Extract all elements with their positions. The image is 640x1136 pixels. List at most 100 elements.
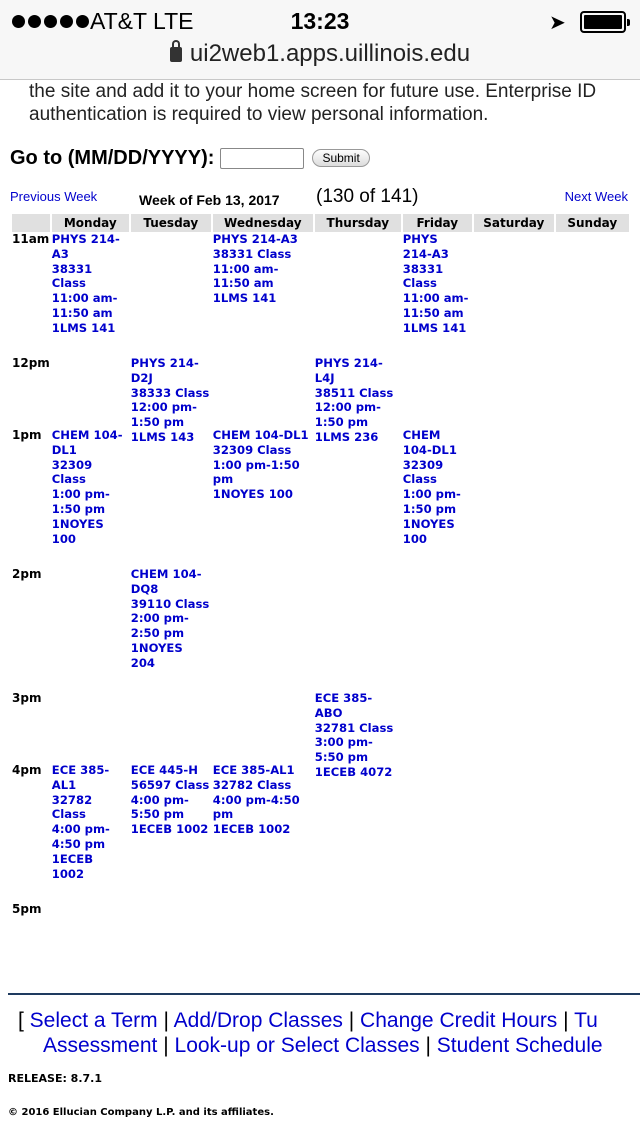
tuition-assessment-link[interactable]: Assessment <box>43 1034 157 1057</box>
class-cell[interactable]: CHEM 104- DQ8 39110 Class 2:00 pm- 2:50 pm 1N… <box>131 567 211 691</box>
empty-cell <box>213 356 313 428</box>
intro-text: the site and add it to your home screen … <box>29 80 640 126</box>
class-cell[interactable]: ECE 385- ABO 32781 Class 3:00 pm- 5:50 pm 1EC… <box>315 691 401 902</box>
empty-cell <box>213 691 313 763</box>
class-line: 11:50 am <box>212 276 274 291</box>
class-cell[interactable]: CHEM 104- DL1 32309 Class 1:00 pm- 1:50 pm 1NO… <box>52 428 129 567</box>
class-line: 2:00 pm- <box>130 611 189 626</box>
class-cell[interactable]: PHYS 214- A3 38331 Class 11:00 am- 11:50 am 1L… <box>52 232 129 356</box>
empty-cell <box>213 567 313 691</box>
empty-cell <box>52 356 129 428</box>
class-line: CHEM 104- <box>130 567 202 581</box>
week-count: (130 of 141) <box>316 186 419 207</box>
date-input[interactable] <box>220 147 305 169</box>
day-header-monday: Monday <box>51 214 129 232</box>
class-line: DQ8 <box>130 581 159 596</box>
intro-line-1: the site and add it to your home screen … <box>29 81 597 102</box>
class-cell[interactable]: PHYS 214-A3 38331 Class 11:00 am- 11:50 am 1… <box>213 232 313 356</box>
day-header-thursday: Thursday <box>314 214 401 232</box>
time-label: 2pm <box>12 567 42 581</box>
class-line: 11:00 am- <box>402 291 469 306</box>
battery-icon <box>580 11 630 33</box>
class-line: 32782 Class <box>212 777 292 792</box>
time-label: 5pm <box>12 902 42 916</box>
class-line: ECE 385- <box>51 763 110 777</box>
class-line: A3 <box>51 246 69 261</box>
empty-cell <box>556 902 629 922</box>
empty-cell <box>474 232 554 356</box>
class-line: 1ECEB 1002 <box>212 822 291 837</box>
empty-cell <box>52 567 129 691</box>
time-label: 12pm <box>12 356 50 370</box>
time-label: 11am <box>12 232 50 246</box>
student-schedule-link[interactable]: Student Schedule <box>437 1034 603 1057</box>
previous-week-link[interactable]: Previous Week <box>10 189 97 204</box>
class-line: DL1 <box>51 442 77 457</box>
class-line: 1:00 pm- <box>402 487 461 502</box>
class-line: 1:50 pm <box>51 501 106 516</box>
address-bar[interactable]: ui2web1.apps.uillinois.edu <box>0 40 640 68</box>
class-line: 32309 Class <box>212 442 292 457</box>
url-text: ui2web1.apps.uillinois.edu <box>189 40 471 67</box>
class-line: 1LMS 143 <box>130 429 195 444</box>
class-line: L4J <box>314 370 335 385</box>
class-line: 1NOYES <box>130 640 183 655</box>
class-cell[interactable]: CHEM 104-DL1 32309 Class 1:00 pm- 1:50 pm 1NOY… <box>403 428 472 567</box>
class-cell[interactable]: ECE 445-H 56597 Class 4:00 pm- 5:50 pm 1ECEB… <box>131 763 211 902</box>
submit-button[interactable]: Submit <box>312 149 370 167</box>
empty-cell <box>52 691 129 763</box>
empty-cell <box>474 356 554 428</box>
class-cell[interactable]: PHYS 214- L4J 38511 Class 12:00 pm- 1:50 pm 1… <box>315 356 401 567</box>
class-line: 4:00 pm- <box>130 792 189 807</box>
tuition-link-part[interactable]: Tu <box>574 1009 598 1032</box>
empty-cell <box>556 428 629 567</box>
day-header-wednesday: Wednesday <box>212 214 313 232</box>
time-label: 1pm <box>12 428 42 442</box>
add-drop-link[interactable]: Add/Drop Classes <box>174 1009 343 1032</box>
location-arrow-icon: ➤ <box>549 12 566 34</box>
day-header-friday: Friday <box>402 214 472 232</box>
class-line: Class <box>402 472 437 487</box>
class-line: 39110 Class <box>130 596 210 611</box>
day-header-sunday: Sunday <box>555 214 629 232</box>
empty-cell <box>474 567 554 691</box>
schedule-table: Monday Tuesday Wednesday Thursday Friday… <box>10 214 631 922</box>
empty-cell <box>315 567 401 691</box>
class-line: 1:50 pm <box>314 415 369 430</box>
class-cell[interactable]: CHEM 104-DL1 32309 Class 1:00 pm-1:50 pm 1NO… <box>213 428 313 567</box>
empty-cell <box>556 567 629 691</box>
class-line: 100 <box>402 531 427 546</box>
select-term-link[interactable]: Select a Term <box>30 1009 158 1032</box>
class-cell[interactable]: PHYS 214-A3 38331 Class 11:00 am- 11:50 am 1LM… <box>403 232 472 356</box>
class-cell[interactable]: ECE 385- AL1 32782 Class 4:00 pm- 4:50 pm 1ECE… <box>52 763 129 902</box>
class-line: PHYS 214- <box>51 232 120 246</box>
class-line: pm <box>212 807 234 822</box>
goto-label: Go to (MM/DD/YYYY): <box>10 146 215 169</box>
class-line: 1:00 pm- <box>51 487 110 502</box>
empty-cell <box>556 691 629 763</box>
class-cell[interactable]: ECE 385-AL1 32782 Class 4:00 pm-4:50 pm 1ECE… <box>213 763 313 902</box>
intro-line-2: authentication is required to view perso… <box>29 104 489 125</box>
day-header-tuesday: Tuesday <box>130 214 211 232</box>
next-week-link[interactable]: Next Week <box>565 189 628 204</box>
lookup-classes-link[interactable]: Look-up or Select Classes <box>175 1034 420 1057</box>
class-line: 1LMS 141 <box>402 320 467 335</box>
class-cell[interactable]: PHYS 214- D2J 38333 Class 12:00 pm- 1:50 pm 1… <box>131 356 211 567</box>
status-bar: AT&T LTE 13:23 ➤ <box>0 6 640 36</box>
class-line: 38331 <box>51 261 93 276</box>
class-line: PHYS <box>402 232 438 246</box>
empty-cell <box>403 567 472 691</box>
class-line: 1002 <box>51 866 85 881</box>
class-line: PHYS 214- <box>314 356 383 370</box>
change-credit-hours-link[interactable]: Change Credit Hours <box>360 1009 557 1032</box>
class-line: 1NOYES <box>402 516 455 531</box>
class-line: PHYS 214- <box>130 356 199 370</box>
empty-cell <box>52 902 129 922</box>
class-line: 32781 Class <box>314 720 394 735</box>
corner-header <box>12 214 50 232</box>
class-line: 1ECEB 1002 <box>130 822 209 837</box>
empty-cell <box>474 428 554 567</box>
class-line: 11:50 am <box>402 305 464 320</box>
empty-cell <box>403 763 472 902</box>
empty-cell <box>315 902 401 922</box>
